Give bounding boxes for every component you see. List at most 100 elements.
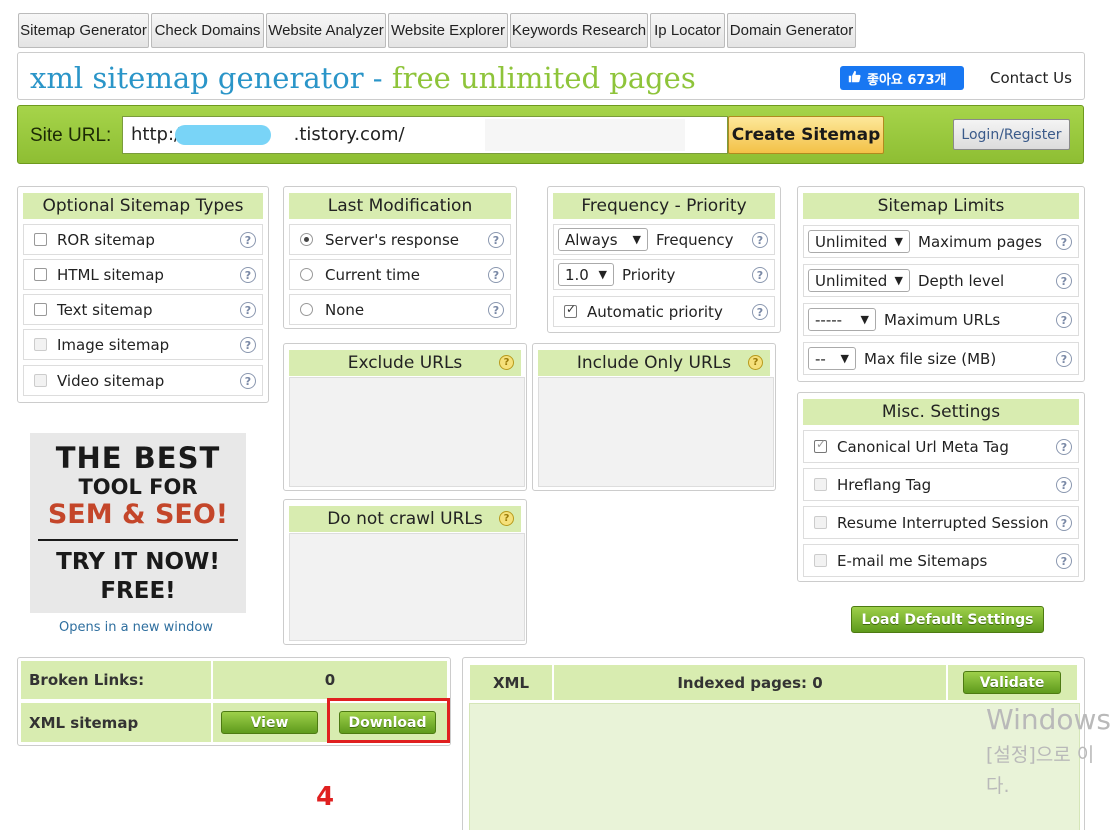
frequency-priority-panel: Frequency - Priority Always ▼ Frequency? … bbox=[547, 186, 781, 333]
depth-level-label: Depth level bbox=[918, 271, 1005, 290]
radio-button[interactable] bbox=[300, 233, 313, 246]
site-url-label: Site URL: bbox=[30, 125, 112, 146]
exclude-urls-textarea[interactable] bbox=[289, 377, 525, 487]
checkbox[interactable] bbox=[814, 516, 827, 529]
help-icon[interactable]: ? bbox=[1056, 553, 1072, 569]
select-value: ----- bbox=[815, 310, 843, 329]
option-servers-response[interactable]: Server's response? bbox=[289, 224, 511, 255]
option-resume-interrupted-session[interactable]: Resume Interrupted Session? bbox=[803, 506, 1079, 539]
help-icon[interactable]: ? bbox=[752, 267, 768, 283]
option-image-sitemap[interactable]: Image sitemap? bbox=[23, 329, 263, 360]
tab-domain-generator[interactable]: Domain Generator bbox=[727, 13, 856, 48]
help-icon[interactable]: ? bbox=[1056, 477, 1072, 493]
help-icon[interactable]: ? bbox=[240, 373, 256, 389]
option-video-sitemap[interactable]: Video sitemap? bbox=[23, 365, 263, 396]
ad-banner[interactable]: THE BEST TOOL FOR SEM & SEO! TRY IT NOW!… bbox=[30, 433, 246, 613]
option-label: HTML sitemap bbox=[57, 265, 164, 284]
tab-website-analyzer[interactable]: Website Analyzer bbox=[266, 13, 386, 48]
login-register-button[interactable]: Login/Register bbox=[953, 119, 1070, 150]
option-current-time[interactable]: Current time? bbox=[289, 259, 511, 290]
help-icon[interactable]: ? bbox=[240, 302, 256, 318]
validate-button[interactable]: Validate bbox=[963, 671, 1061, 694]
frequency-select[interactable]: Always ▼ bbox=[558, 228, 648, 251]
checkbox[interactable] bbox=[34, 233, 47, 246]
facebook-like-button[interactable]: 좋아요 673개 bbox=[840, 66, 964, 90]
checkbox[interactable] bbox=[34, 374, 47, 387]
max-file-size-row: -- ▼ Max file size (MB)? bbox=[803, 342, 1079, 375]
option-label: Canonical Url Meta Tag bbox=[837, 437, 1009, 456]
checkbox[interactable] bbox=[34, 303, 47, 316]
option-html-sitemap[interactable]: HTML sitemap? bbox=[23, 259, 263, 290]
create-sitemap-button[interactable]: Create Sitemap bbox=[728, 116, 884, 154]
include-only-urls-textarea[interactable] bbox=[538, 377, 774, 487]
help-icon[interactable]: ? bbox=[748, 355, 763, 370]
help-icon[interactable]: ? bbox=[1056, 515, 1072, 531]
automatic-priority-row[interactable]: Automatic priority? bbox=[553, 296, 775, 327]
misc-settings-panel: Misc. Settings Canonical Url Meta Tag? H… bbox=[797, 392, 1085, 582]
maximum-pages-row: Unlimited ▼ Maximum pages? bbox=[803, 225, 1079, 258]
help-icon[interactable]: ? bbox=[488, 232, 504, 248]
watermark-line3: 다. bbox=[986, 775, 1010, 797]
option-none[interactable]: None? bbox=[289, 294, 511, 325]
help-icon[interactable]: ? bbox=[240, 337, 256, 353]
help-icon[interactable]: ? bbox=[488, 302, 504, 318]
option-text-sitemap[interactable]: Text sitemap? bbox=[23, 294, 263, 325]
dropdown-arrow-icon: ▼ bbox=[632, 233, 641, 246]
option-label: Automatic priority bbox=[587, 302, 723, 321]
help-icon[interactable]: ? bbox=[1056, 351, 1072, 367]
help-icon[interactable]: ? bbox=[488, 267, 504, 283]
option-hreflang-tag[interactable]: Hreflang Tag? bbox=[803, 468, 1079, 501]
checkbox[interactable] bbox=[814, 554, 827, 567]
maximum-pages-select[interactable]: Unlimited ▼ bbox=[808, 230, 910, 253]
help-icon[interactable]: ? bbox=[240, 267, 256, 283]
panel-title: Last Modification bbox=[289, 193, 511, 219]
ad-divider bbox=[38, 539, 238, 541]
help-icon[interactable]: ? bbox=[499, 355, 514, 370]
checkbox[interactable] bbox=[34, 338, 47, 351]
option-canonical-url-meta-tag[interactable]: Canonical Url Meta Tag? bbox=[803, 430, 1079, 463]
tab-keywords-research[interactable]: Keywords Research bbox=[510, 13, 648, 48]
load-default-settings-button[interactable]: Load Default Settings bbox=[851, 606, 1044, 633]
ad-line1: THE BEST bbox=[55, 441, 221, 475]
radio-button[interactable] bbox=[300, 268, 313, 281]
site-url-input[interactable]: http:// .tistory.com/ bbox=[122, 116, 728, 154]
dropdown-arrow-icon: ▼ bbox=[860, 313, 869, 326]
checkbox[interactable] bbox=[814, 478, 827, 491]
panel-title: Optional Sitemap Types bbox=[23, 193, 263, 219]
select-value: Always bbox=[565, 230, 618, 249]
help-icon[interactable]: ? bbox=[240, 232, 256, 248]
tab-website-explorer[interactable]: Website Explorer bbox=[388, 13, 508, 48]
priority-select[interactable]: 1.0 ▼ bbox=[558, 263, 614, 286]
depth-level-select[interactable]: Unlimited ▼ bbox=[808, 269, 910, 292]
tab-ip-locator[interactable]: Ip Locator bbox=[650, 13, 725, 48]
option-ror-sitemap[interactable]: ROR sitemap? bbox=[23, 224, 263, 255]
radio-button[interactable] bbox=[300, 303, 313, 316]
site-header: xml sitemap generator - free unlimited p… bbox=[17, 52, 1085, 100]
help-icon[interactable]: ? bbox=[1056, 273, 1072, 289]
site-logo[interactable]: xml sitemap generator - free unlimited p… bbox=[30, 61, 696, 95]
help-icon[interactable]: ? bbox=[499, 511, 514, 526]
option-email-me-sitemaps[interactable]: E-mail me Sitemaps? bbox=[803, 544, 1079, 577]
maximum-urls-row: ----- ▼ Maximum URLs? bbox=[803, 303, 1079, 336]
help-icon[interactable]: ? bbox=[1056, 234, 1072, 250]
checkbox[interactable] bbox=[814, 437, 827, 453]
help-icon[interactable]: ? bbox=[752, 232, 768, 248]
help-icon[interactable]: ? bbox=[1056, 439, 1072, 455]
tab-check-domains[interactable]: Check Domains bbox=[151, 13, 264, 48]
tab-sitemap-generator[interactable]: Sitemap Generator bbox=[18, 13, 149, 48]
view-button[interactable]: View bbox=[221, 711, 318, 734]
help-icon[interactable]: ? bbox=[1056, 312, 1072, 328]
checkbox[interactable] bbox=[564, 302, 577, 318]
option-label: Server's response bbox=[325, 230, 460, 249]
help-icon[interactable]: ? bbox=[752, 304, 768, 320]
frequency-row: Always ▼ Frequency? bbox=[553, 224, 775, 255]
redaction-blur bbox=[175, 125, 271, 145]
checkbox[interactable] bbox=[34, 268, 47, 281]
max-file-size-select[interactable]: -- ▼ bbox=[808, 347, 856, 370]
url-suffix: .tistory.com/ bbox=[293, 124, 405, 145]
maximum-urls-select[interactable]: ----- ▼ bbox=[808, 308, 876, 331]
do-not-crawl-urls-textarea[interactable] bbox=[289, 533, 525, 641]
xml-sitemap-label: XML sitemap bbox=[20, 702, 212, 743]
max-file-size-label: Max file size (MB) bbox=[864, 349, 997, 368]
contact-us-link[interactable]: Contact Us bbox=[990, 69, 1072, 87]
